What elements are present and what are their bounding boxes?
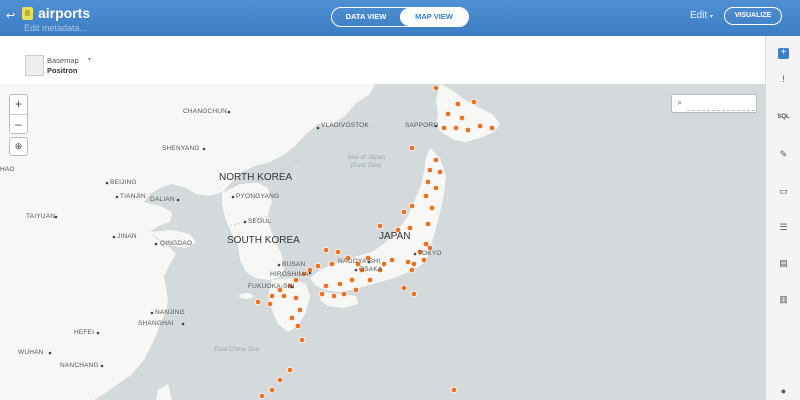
city-label: SHENYANG (162, 145, 200, 152)
city-label: DALIAN (150, 196, 175, 203)
chevron-down-icon: ▾ (710, 14, 714, 20)
add-layer-icon[interactable]: + (778, 48, 789, 59)
country-label: JAPAN (379, 231, 411, 242)
back-arrow-icon[interactable]: ↩ (6, 9, 15, 22)
alert-icon[interactable]: ! (777, 74, 790, 85)
sea-label: East China Sea (214, 346, 260, 353)
map-search[interactable]: ⌕ (671, 94, 757, 113)
search-icon: ⌕ (677, 97, 683, 107)
tab-map-view[interactable]: MAP VIEW (400, 8, 468, 26)
chevron-down-icon[interactable]: ▾ (88, 56, 91, 63)
dataset-title[interactable]: airports (38, 5, 90, 21)
city-label: WUHAN (18, 349, 44, 356)
chart-icon[interactable]: ▥ (777, 294, 790, 305)
city-label: CHANGCHUN (183, 108, 228, 115)
sql-icon[interactable]: SQL (777, 112, 790, 123)
city-label: NANCHANG (60, 362, 99, 369)
city-label: TAIYUAN (26, 213, 56, 220)
city-label: FUKUOKA-SHI (248, 283, 295, 290)
tab-data-view[interactable]: DATA VIEW (332, 8, 400, 26)
edit-metadata-link[interactable]: Edit metadata... (24, 23, 87, 33)
city-label: SAPPORO (405, 122, 439, 129)
city-label: VLADIVOSTOK (321, 122, 369, 129)
view-toggle: DATA VIEW MAP VIEW (331, 7, 469, 27)
right-toolbar: + ! SQL ✎ ▭ ☰ ▤ ▥ ● (765, 36, 800, 400)
infowindow-icon[interactable]: ▭ (777, 186, 790, 197)
city-label: NAGOYA-SHI (338, 258, 381, 265)
edit-menu[interactable]: Edit ▾ (690, 10, 713, 21)
city-label: SEOUL (248, 218, 272, 225)
city-label: HIROSHIMA (270, 271, 309, 278)
zoom-in-button[interactable]: + (10, 95, 27, 114)
visualize-button[interactable]: VISUALIZE (724, 7, 782, 25)
edit-label: Edit (690, 10, 708, 21)
search-input[interactable] (687, 97, 755, 111)
city-label: TIANJIN (120, 193, 146, 200)
filter-icon[interactable]: ▤ (777, 258, 790, 269)
city-label: SHANGHAI (138, 320, 174, 327)
city-label: TOKYO (418, 250, 442, 257)
city-label: HAO (0, 166, 15, 173)
sea-label: Sea of Japan (East Sea) (346, 154, 386, 169)
city-label: PYONGYANG (236, 193, 280, 200)
basemap-label: Basemap (47, 56, 79, 65)
city-label: OSAKA (359, 266, 383, 273)
person-icon[interactable]: ● (777, 386, 790, 397)
country-label: SOUTH KOREA (227, 235, 300, 246)
dataset-icon (22, 7, 33, 20)
city-label: JINAN (117, 233, 137, 240)
city-label: HEFEI (74, 329, 95, 336)
city-label: BEIJING (110, 179, 137, 186)
legend-icon[interactable]: ☰ (777, 222, 790, 233)
basemap-bar: Basemap Positron ▾ (0, 36, 765, 85)
map-land (0, 84, 500, 400)
map-canvas[interactable]: CHANGCHUN VLADIVOSTOK SAPPORO SHENYANG B… (0, 84, 765, 400)
city-label: QINGDAO (160, 240, 193, 247)
share-icon[interactable]: ⊕ (9, 137, 28, 156)
top-bar: ↩ airports Edit metadata... DATA VIEW MA… (0, 0, 800, 36)
country-label: NORTH KOREA (219, 172, 293, 183)
basemap-thumbnail[interactable] (25, 55, 44, 76)
wizard-icon[interactable]: ✎ (777, 149, 790, 160)
zoom-control: + – (9, 94, 28, 134)
city-label: BUSAN (282, 261, 306, 268)
zoom-out-button[interactable]: – (10, 114, 27, 134)
basemap-value[interactable]: Positron (47, 66, 77, 75)
city-label: NANJING (155, 309, 185, 316)
